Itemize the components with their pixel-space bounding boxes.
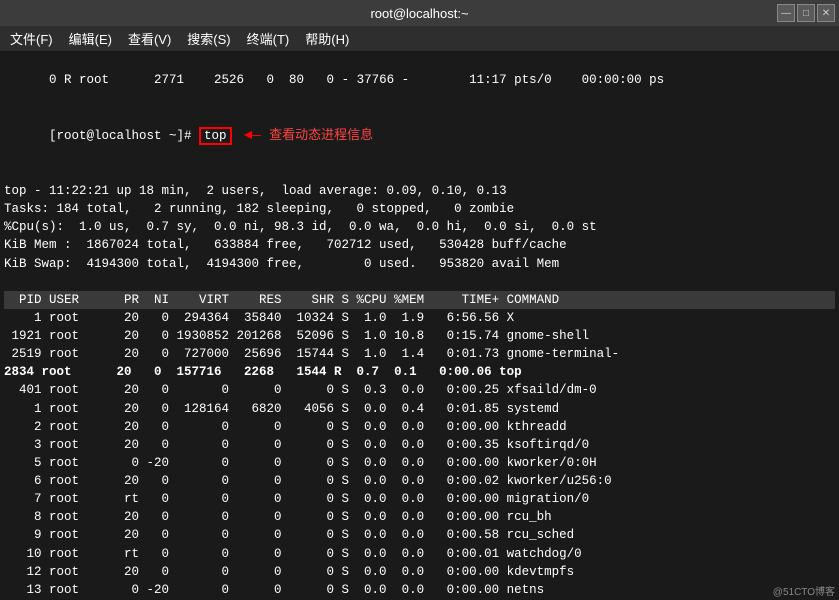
- menubar: 文件(F) 编辑(E) 查看(V) 搜索(S) 终端(T) 帮助(H): [0, 26, 839, 51]
- top-command-box: top: [199, 127, 232, 145]
- menu-terminal[interactable]: 终端(T): [241, 28, 296, 49]
- table-row: 13 root 0 -20 0 0 0 S 0.0 0.0 0:00.00 ne…: [4, 581, 835, 599]
- annotation-text: 查看动态进程信息: [269, 127, 373, 142]
- close-button[interactable]: ✕: [817, 4, 835, 22]
- arrow: ◄—: [236, 128, 270, 144]
- table-row: 2519 root 20 0 727000 25696 15744 S 1.0 …: [4, 345, 835, 363]
- table-row: 401 root 20 0 0 0 0 S 0.3 0.0 0:00.25 xf…: [4, 381, 835, 399]
- table-row: 6 root 20 0 0 0 0 S 0.0 0.0 0:00.02 kwor…: [4, 472, 835, 490]
- table-row: 8 root 20 0 0 0 0 S 0.0 0.0 0:00.00 rcu_…: [4, 508, 835, 526]
- top-header-2: Tasks: 184 total, 2 running, 182 sleepin…: [4, 200, 835, 218]
- table-row: 7 root rt 0 0 0 0 S 0.0 0.0 0:00.00 migr…: [4, 490, 835, 508]
- table-row: 12 root 20 0 0 0 0 S 0.0 0.0 0:00.00 kde…: [4, 563, 835, 581]
- table-row: 3 root 20 0 0 0 0 S 0.0 0.0 0:00.35 ksof…: [4, 436, 835, 454]
- table-row: 5 root 0 -20 0 0 0 S 0.0 0.0 0:00.00 kwo…: [4, 454, 835, 472]
- table-row: 2 root 20 0 0 0 0 S 0.0 0.0 0:00.00 kthr…: [4, 418, 835, 436]
- top-command: top: [204, 129, 227, 143]
- table-row: 1921 root 20 0 1930852 201268 52096 S 1.…: [4, 327, 835, 345]
- top-header-3: %Cpu(s): 1.0 us, 0.7 sy, 0.0 ni, 98.3 id…: [4, 218, 835, 236]
- table-row-bold: 2834 root 20 0 157716 2268 1544 R 0.7 0.…: [4, 363, 835, 381]
- terminal-window: root@localhost:~ — □ ✕ 文件(F) 编辑(E) 查看(V)…: [0, 0, 839, 600]
- menu-file[interactable]: 文件(F): [4, 28, 59, 49]
- top-header-1: top - 11:22:21 up 18 min, 2 users, load …: [4, 182, 835, 200]
- menu-edit[interactable]: 编辑(E): [63, 28, 118, 49]
- top-header-5: KiB Swap: 4194300 total, 4194300 free, 0…: [4, 255, 835, 273]
- table-row: 9 root 20 0 0 0 0 S 0.0 0.0 0:00.58 rcu_…: [4, 526, 835, 544]
- blank-line: [4, 164, 835, 182]
- top-header-4: KiB Mem : 1867024 total, 633884 free, 70…: [4, 236, 835, 254]
- table-row: 1 root 20 0 294364 35840 10324 S 1.0 1.9…: [4, 309, 835, 327]
- menu-search[interactable]: 搜索(S): [181, 28, 236, 49]
- maximize-button[interactable]: □: [797, 4, 815, 22]
- watermark: @51CTO博客: [773, 583, 835, 598]
- table-row: 1 root 20 0 128164 6820 4056 S 0.0 0.4 0…: [4, 400, 835, 418]
- table-row: 10 root rt 0 0 0 0 S 0.0 0.0 0:00.01 wat…: [4, 545, 835, 563]
- command-line: [root@localhost ~]# top ◄— 查看动态进程信息: [4, 107, 835, 164]
- window-title: root@localhost:~: [370, 6, 468, 21]
- blank-line-2: [4, 273, 835, 291]
- menu-view[interactable]: 查看(V): [122, 28, 177, 49]
- ps-output-line: 0 R root 2771 2526 0 80 0 - 37766 - 11:1…: [4, 53, 835, 107]
- table-header: PID USER PR NI VIRT RES SHR S %CPU %MEM …: [4, 291, 835, 309]
- window-controls: — □ ✕: [777, 4, 835, 22]
- minimize-button[interactable]: —: [777, 4, 795, 22]
- menu-help[interactable]: 帮助(H): [299, 28, 355, 49]
- terminal-content[interactable]: 0 R root 2771 2526 0 80 0 - 37766 - 11:1…: [0, 51, 839, 600]
- titlebar: root@localhost:~ — □ ✕: [0, 0, 839, 26]
- prompt: [root@localhost ~]#: [49, 129, 199, 143]
